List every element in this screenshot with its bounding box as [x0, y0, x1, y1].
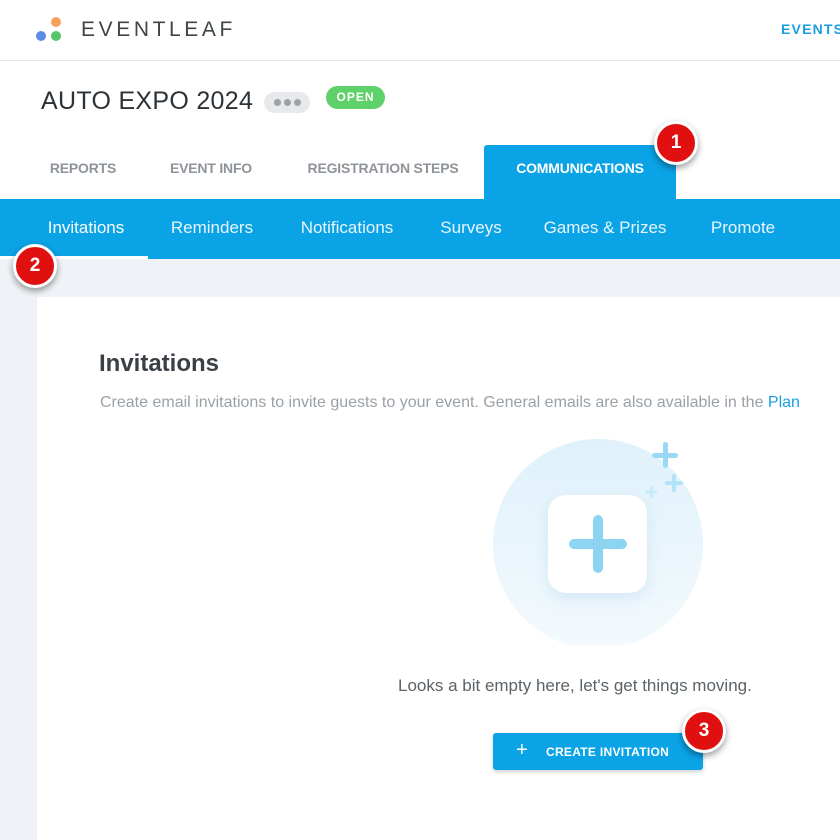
step-marker-1: 1: [654, 121, 698, 165]
more-options-button[interactable]: [264, 92, 310, 113]
invitations-card: [37, 297, 840, 840]
brand-name: EVENTLEAF: [81, 18, 236, 41]
tab-reports[interactable]: REPORTS: [26, 145, 140, 199]
tab-registration-steps[interactable]: REGISTRATION STEPS: [290, 145, 476, 199]
section-title: Invitations: [99, 350, 220, 377]
communications-subnav: Invitations Reminders Notifications Surv…: [0, 199, 840, 259]
create-invitation-button[interactable]: + CREATE INVITATION: [493, 733, 703, 770]
subtab-surveys[interactable]: Surveys: [430, 199, 512, 259]
plan-link[interactable]: Plan: [768, 394, 800, 411]
status-badge: OPEN: [326, 86, 385, 109]
section-description: Create email invitations to invite guest…: [100, 394, 800, 412]
subtab-reminders[interactable]: Reminders: [160, 199, 264, 259]
top-nav-events[interactable]: EVENTS: [781, 21, 840, 37]
tab-event-info[interactable]: EVENT INFO: [150, 145, 272, 199]
empty-state-illustration: [493, 439, 703, 646]
event-title: AUTO EXPO 2024: [41, 87, 254, 115]
step-marker-3: 3: [682, 709, 726, 753]
eventleaf-logo[interactable]: [36, 17, 64, 43]
more-dots-icon: [273, 99, 281, 106]
create-invitation-label: CREATE INVITATION: [545, 744, 670, 759]
empty-state-message: Looks a bit empty here, let's get things…: [398, 676, 752, 695]
subtab-notifications[interactable]: Notifications: [288, 199, 406, 259]
description-text: Create email invitations to invite guest…: [100, 394, 768, 411]
subtab-games-prizes[interactable]: Games & Prizes: [536, 199, 674, 259]
plus-icon: +: [516, 739, 528, 761]
step-marker-2: 2: [13, 244, 57, 288]
tab-communications[interactable]: COMMUNICATIONS: [484, 145, 676, 199]
top-bar: EVENTLEAF EVENTS: [0, 0, 840, 61]
subtab-promote[interactable]: Promote: [698, 199, 788, 259]
